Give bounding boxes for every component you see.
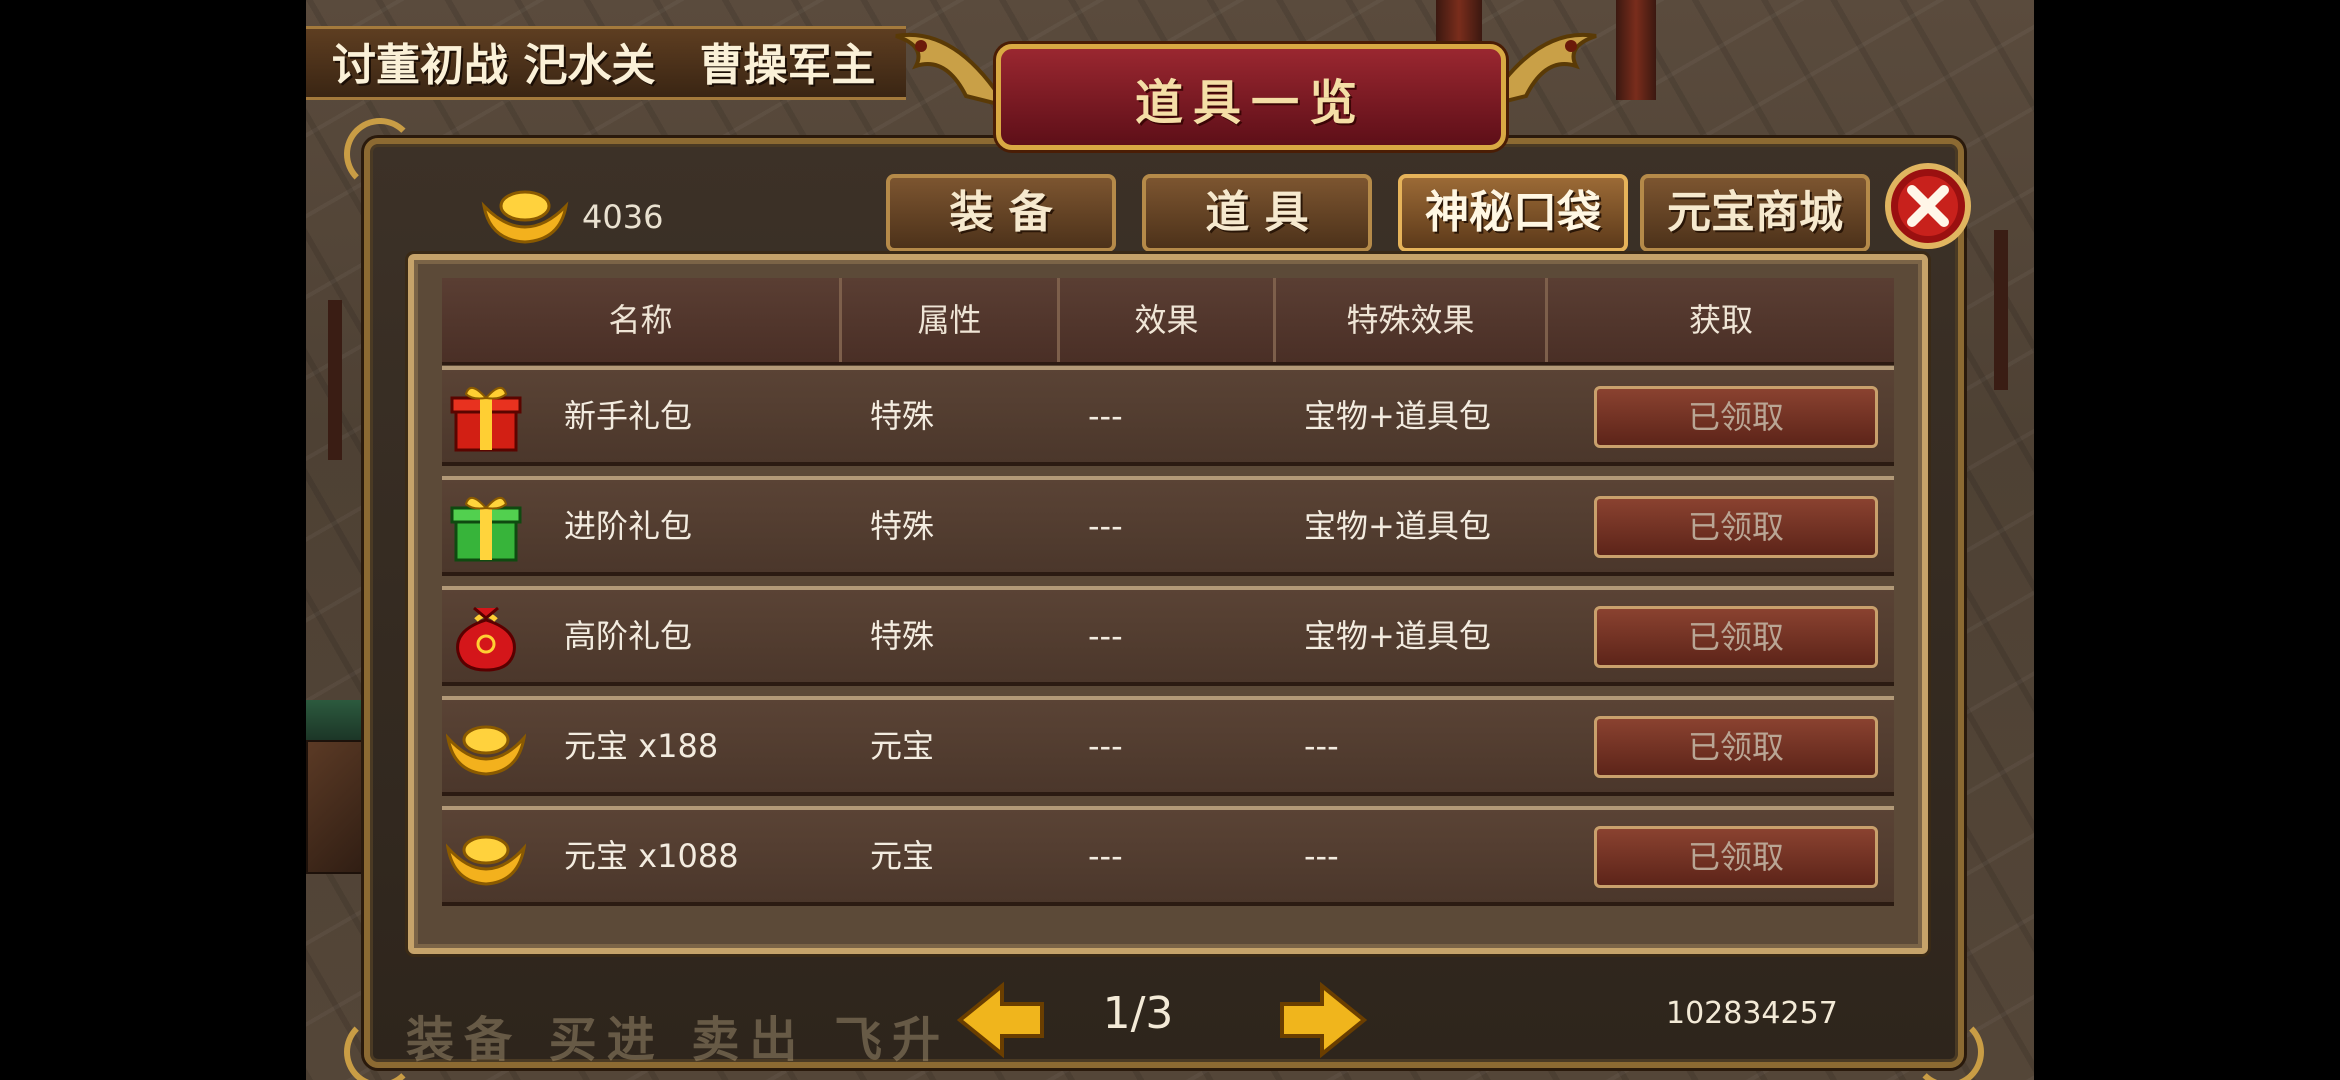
table-row: 新手礼包 特殊 --- 宝物+道具包 已领取 xyxy=(442,366,1894,466)
scenery-post xyxy=(328,300,342,460)
prev-page-arrow-icon[interactable] xyxy=(956,980,1046,1060)
item-name: 元宝 x188 xyxy=(564,727,719,765)
title-plaque-frame: 道具一览 xyxy=(996,44,1506,150)
item-effect: --- xyxy=(1088,507,1123,545)
scenery-crate xyxy=(306,740,370,874)
item-special-effect: --- xyxy=(1304,837,1339,875)
item-effect: --- xyxy=(1088,727,1123,765)
gold-ingot-icon xyxy=(481,190,569,244)
item-name: 新手礼包 xyxy=(564,397,693,435)
table-row: 元宝 x1088 元宝 --- --- 已领取 xyxy=(442,806,1894,906)
column-header-special-effect: 特殊效果 xyxy=(1276,278,1548,362)
table-header: 名称 属性 效果 特殊效果 获取 xyxy=(442,278,1894,365)
tab-equipment[interactable]: 装 备 xyxy=(886,174,1116,252)
user-id: 102834257 xyxy=(1666,996,1838,1031)
claimed-button[interactable]: 已领取 xyxy=(1594,496,1878,558)
column-header-effect: 效果 xyxy=(1060,278,1276,362)
claimed-button[interactable]: 已领取 xyxy=(1594,716,1878,778)
ornament-corner xyxy=(1912,1016,1984,1080)
column-header-attribute: 属性 xyxy=(842,278,1060,362)
red-gift-box-icon xyxy=(450,387,522,452)
tab-ingot-shop[interactable]: 元宝商城 xyxy=(1640,174,1870,252)
item-table: 名称 属性 效果 特殊效果 获取 新手礼包 特殊 --- 宝物+道具包 已领取 xyxy=(408,254,1928,954)
dialog-title-plaque: 道具一览 xyxy=(866,0,1626,150)
item-attribute: 特殊 xyxy=(870,397,935,435)
item-effect: --- xyxy=(1088,617,1123,655)
column-header-obtain: 获取 xyxy=(1688,301,1753,339)
green-gift-box-icon xyxy=(450,497,522,562)
item-name: 高阶礼包 xyxy=(564,617,693,655)
red-pouch-icon xyxy=(456,606,516,672)
location-banner: 讨董初战 汜水关 曹操军主 xyxy=(306,26,906,100)
item-effect: --- xyxy=(1088,837,1123,875)
claimed-button[interactable]: 已领取 xyxy=(1594,826,1878,888)
close-icon[interactable] xyxy=(1884,162,1972,250)
item-name: 进阶礼包 xyxy=(564,507,693,545)
column-header-name: 名称 xyxy=(442,278,842,362)
next-page-arrow-icon[interactable] xyxy=(1278,980,1368,1060)
item-special-effect: 宝物+道具包 xyxy=(1304,617,1491,655)
item-special-effect: 宝物+道具包 xyxy=(1304,507,1491,545)
scenery-post xyxy=(1994,230,2008,390)
dialog-title: 道具一览 xyxy=(1134,75,1367,131)
table-row: 进阶礼包 特殊 --- 宝物+道具包 已领取 xyxy=(442,476,1894,576)
item-attribute: 元宝 xyxy=(870,727,935,765)
item-list-dialog: 4036 装 备 道 具 神秘口袋 元宝商城 名称 属性 效果 特殊效果 获取 xyxy=(344,118,1984,1080)
game-viewport: 讨董初战 汜水关 曹操军主 4036 装 备 道 具 神秘口袋 元宝商城 名称 … xyxy=(306,0,2034,1080)
ornament-corner xyxy=(344,118,416,190)
item-effect: --- xyxy=(1088,397,1123,435)
bottom-menu-faded: 装备 买进 卖出 飞升 xyxy=(406,1012,951,1068)
item-special-effect: --- xyxy=(1304,727,1339,765)
gold-ingot-icon xyxy=(446,725,526,776)
table-row: 高阶礼包 特殊 --- 宝物+道具包 已领取 xyxy=(442,586,1894,686)
item-name: 元宝 x1088 xyxy=(564,837,739,875)
item-attribute: 元宝 xyxy=(870,837,935,875)
dragon-ornament-icon xyxy=(895,32,1011,110)
gold-ingot-icon xyxy=(446,835,526,886)
claimed-button[interactable]: 已领取 xyxy=(1594,386,1878,448)
tab-items[interactable]: 道 具 xyxy=(1142,174,1372,252)
gold-amount: 4036 xyxy=(582,198,664,236)
item-attribute: 特殊 xyxy=(870,617,935,655)
item-attribute: 特殊 xyxy=(870,507,935,545)
page-indicator: 1/3 xyxy=(1102,988,1174,1039)
tab-mystery-bag[interactable]: 神秘口袋 xyxy=(1398,174,1628,252)
table-row: 元宝 x188 元宝 --- --- 已领取 xyxy=(442,696,1894,796)
scenery-roof xyxy=(306,700,366,740)
item-special-effect: 宝物+道具包 xyxy=(1304,397,1491,435)
claimed-button[interactable]: 已领取 xyxy=(1594,606,1878,668)
